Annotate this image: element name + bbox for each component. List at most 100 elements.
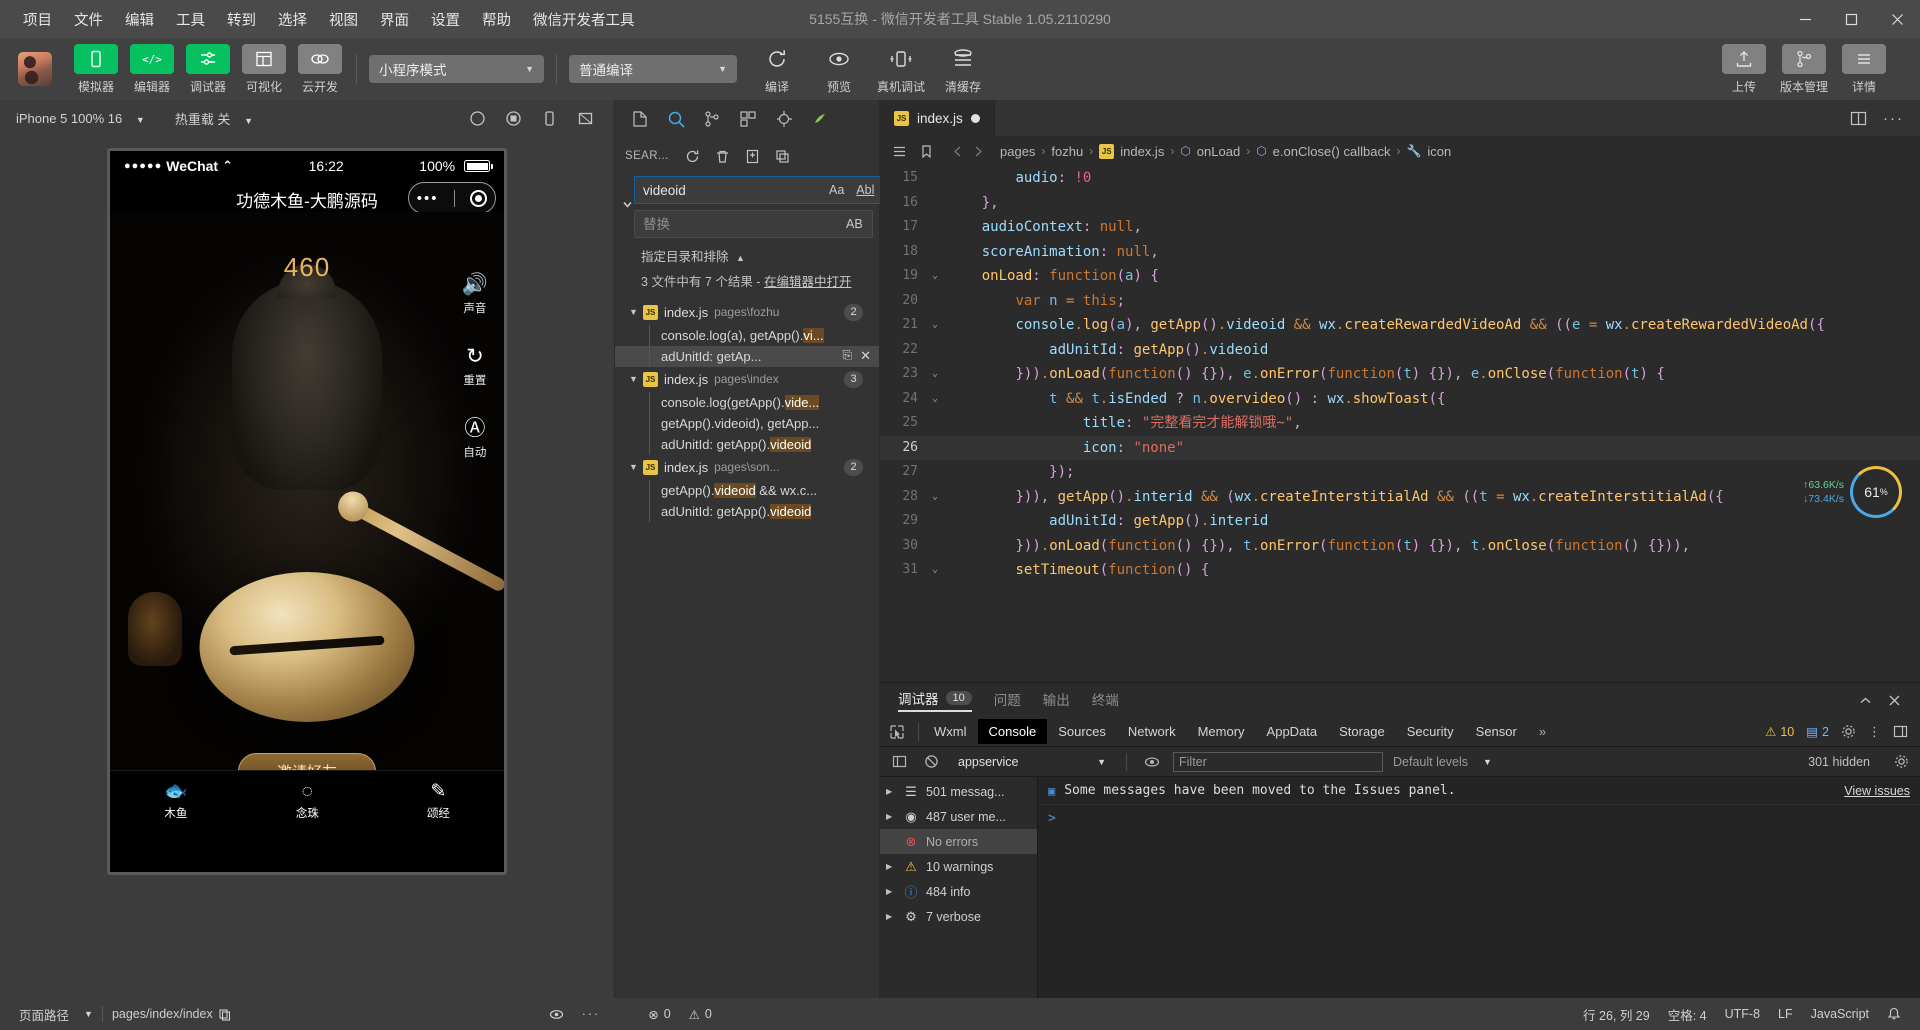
warning-count-chip[interactable]: ⚠ 10 bbox=[1765, 724, 1794, 739]
fold-toggle-icon[interactable] bbox=[926, 534, 944, 559]
fold-toggle-icon[interactable]: ⌄ bbox=[926, 313, 944, 338]
tool-button-cloud[interactable]: 云开发 bbox=[296, 44, 344, 95]
replace-field[interactable]: AB bbox=[634, 210, 873, 238]
copy-icon[interactable] bbox=[218, 1008, 231, 1021]
menu-item-10[interactable]: 微信开发者工具 bbox=[522, 4, 646, 35]
tool-button-code[interactable]: </>编辑器 bbox=[128, 44, 176, 95]
expand-arrow-icon[interactable]: ▶ bbox=[886, 887, 896, 896]
fold-toggle-icon[interactable] bbox=[926, 215, 944, 240]
clear-icon[interactable] bbox=[709, 143, 737, 169]
console-context-select[interactable]: appservice ▼ bbox=[952, 755, 1112, 769]
search-query-field[interactable]: Aa Abl .* bbox=[634, 176, 905, 204]
menu-item-9[interactable]: 帮助 bbox=[471, 4, 522, 35]
source-control-icon[interactable] bbox=[701, 108, 723, 130]
tool-button-layout[interactable]: 可视化 bbox=[240, 44, 288, 95]
code-line[interactable]: 19⌄ onLoad: function(a) { bbox=[880, 264, 1920, 289]
search-result-file[interactable]: ▼JSindex.jspages\son...2 bbox=[615, 455, 879, 480]
code-line[interactable]: 22 adUnitId: getApp().videoid bbox=[880, 338, 1920, 363]
sidebar-toggle-icon[interactable] bbox=[888, 754, 910, 769]
tool-button-sliders[interactable]: 调试器 bbox=[184, 44, 232, 95]
debugger-tab-调试器[interactable]: 调试器10 bbox=[898, 688, 972, 712]
rotate-icon[interactable] bbox=[534, 105, 564, 131]
chevron-down-icon[interactable]: ▼ bbox=[629, 307, 638, 317]
fold-toggle-icon[interactable]: ⌄ bbox=[926, 264, 944, 289]
menu-item-2[interactable]: 编辑 bbox=[114, 4, 165, 35]
code-line[interactable]: 29 adUnitId: getApp().interid bbox=[880, 509, 1920, 534]
code-line[interactable]: 16 }, bbox=[880, 191, 1920, 216]
devtools-tab-memory[interactable]: Memory bbox=[1187, 719, 1256, 744]
menu-item-6[interactable]: 视图 bbox=[318, 4, 369, 35]
fold-toggle-icon[interactable]: ⌄ bbox=[926, 558, 944, 583]
side-action-重置[interactable]: ↻重置 bbox=[462, 346, 488, 388]
tool-button-refresh[interactable]: 编译 bbox=[753, 44, 801, 95]
devtools-tab-network[interactable]: Network bbox=[1117, 719, 1187, 744]
devtools-tab-sensor[interactable]: Sensor bbox=[1465, 719, 1528, 744]
side-action-声音[interactable]: 🔊声音 bbox=[462, 274, 488, 316]
stop-icon[interactable] bbox=[498, 105, 528, 131]
devtools-tab-wxml[interactable]: Wxml bbox=[923, 719, 978, 744]
device-select[interactable]: iPhone 5 100% 16 ▼ bbox=[10, 108, 151, 129]
search-result-match[interactable]: console.log(a), getApp().vi... bbox=[615, 325, 879, 346]
fold-toggle-icon[interactable] bbox=[926, 166, 944, 191]
clear-console-icon[interactable] bbox=[920, 754, 942, 769]
minimize-icon[interactable] bbox=[1782, 0, 1828, 38]
menu-item-4[interactable]: 转到 bbox=[216, 4, 267, 35]
forward-icon[interactable] bbox=[971, 144, 986, 159]
page-path-select[interactable]: 页面路径 ▼ bbox=[10, 1005, 102, 1024]
dock-icon[interactable] bbox=[1893, 724, 1908, 739]
fold-toggle-icon[interactable] bbox=[926, 191, 944, 216]
code-line[interactable]: 23⌄ })).onLoad(function() {}), e.onError… bbox=[880, 362, 1920, 387]
editor-tab-index-js[interactable]: JS index.js bbox=[880, 100, 995, 136]
preserve-case-icon[interactable]: AB bbox=[843, 215, 866, 233]
mode-select[interactable]: 小程序模式 ▼ bbox=[369, 55, 544, 83]
expand-arrow-icon[interactable]: ▶ bbox=[886, 787, 896, 796]
tool-button-clear-cache[interactable]: 清缓存 bbox=[939, 44, 987, 95]
status-more-icon[interactable]: ··· bbox=[573, 1007, 610, 1021]
capsule-buttons[interactable]: ••• bbox=[408, 182, 496, 214]
mp-tab-颂经[interactable]: ✎颂经 bbox=[427, 782, 450, 821]
debug-icon[interactable] bbox=[773, 108, 795, 130]
console-prompt[interactable]: > bbox=[1038, 805, 1920, 832]
menu-item-7[interactable]: 界面 bbox=[369, 4, 420, 35]
menu-item-1[interactable]: 文件 bbox=[63, 4, 114, 35]
debugger-tab-终端[interactable]: 终端 bbox=[1092, 689, 1119, 711]
new-file-icon[interactable] bbox=[739, 143, 767, 169]
collapse-all-icon[interactable] bbox=[769, 143, 797, 169]
chevron-down-icon[interactable]: ▼ bbox=[629, 374, 638, 384]
menu-item-8[interactable]: 设置 bbox=[420, 4, 471, 35]
collapse-panel-icon[interactable] bbox=[1858, 693, 1873, 708]
live-expression-icon[interactable] bbox=[1141, 754, 1163, 770]
fold-toggle-icon[interactable]: ⌄ bbox=[926, 485, 944, 510]
tool-button-menu[interactable]: 详情 bbox=[1840, 44, 1888, 95]
hot-reload-select[interactable]: 热重载 关 ▼ bbox=[169, 106, 259, 131]
console-count-row[interactable]: ▶◉487 user me... bbox=[880, 804, 1037, 829]
indent-setting[interactable]: 空格: 4 bbox=[1659, 1005, 1716, 1024]
filters-toggle[interactable]: 指定目录和排除 ▲ bbox=[615, 238, 879, 269]
menu-item-0[interactable]: 项目 bbox=[12, 4, 63, 35]
code-line[interactable]: 18 scoreAnimation: null, bbox=[880, 240, 1920, 265]
code-line[interactable]: 20 var n = this; bbox=[880, 289, 1920, 314]
warning-count[interactable]: ⚠ 0 bbox=[680, 1007, 721, 1022]
replace-input[interactable] bbox=[643, 217, 837, 232]
wooden-fish[interactable] bbox=[200, 572, 415, 722]
page-path-value-group[interactable]: pages/index/index bbox=[103, 1007, 240, 1021]
more-vertical-icon[interactable]: ⋮ bbox=[1868, 724, 1881, 740]
tool-button-branch[interactable]: 版本管理 bbox=[1780, 44, 1828, 95]
debugger-tab-问题[interactable]: 问题 bbox=[994, 689, 1021, 711]
code-line[interactable]: 28⌄ })), getApp().interid && (wx.createI… bbox=[880, 485, 1920, 510]
preview-eye-icon[interactable] bbox=[540, 1007, 573, 1022]
npm-icon[interactable] bbox=[809, 108, 831, 130]
split-editor-icon[interactable] bbox=[1850, 110, 1867, 127]
search-result-file[interactable]: ▼JSindex.jspages\fozhu2 bbox=[615, 300, 879, 325]
breadcrumb-item-4[interactable]: e.onClose() callback bbox=[1273, 144, 1391, 159]
code-line[interactable]: 30 })).onLoad(function() {}), t.onError(… bbox=[880, 534, 1920, 559]
devtools-tab-storage[interactable]: Storage bbox=[1328, 719, 1396, 744]
unsaved-indicator-icon[interactable] bbox=[971, 114, 980, 123]
error-count[interactable]: ⊗ 0 bbox=[639, 1007, 679, 1022]
maximize-icon[interactable] bbox=[1828, 0, 1874, 38]
fold-toggle-icon[interactable] bbox=[926, 436, 944, 461]
search-result-match[interactable]: console.log(getApp().vide... bbox=[615, 392, 879, 413]
bell-icon[interactable] bbox=[1878, 1007, 1910, 1021]
search-result-match[interactable]: adUnitId: getApp().videoid bbox=[615, 501, 879, 522]
expand-arrow-icon[interactable]: ▶ bbox=[886, 812, 896, 821]
